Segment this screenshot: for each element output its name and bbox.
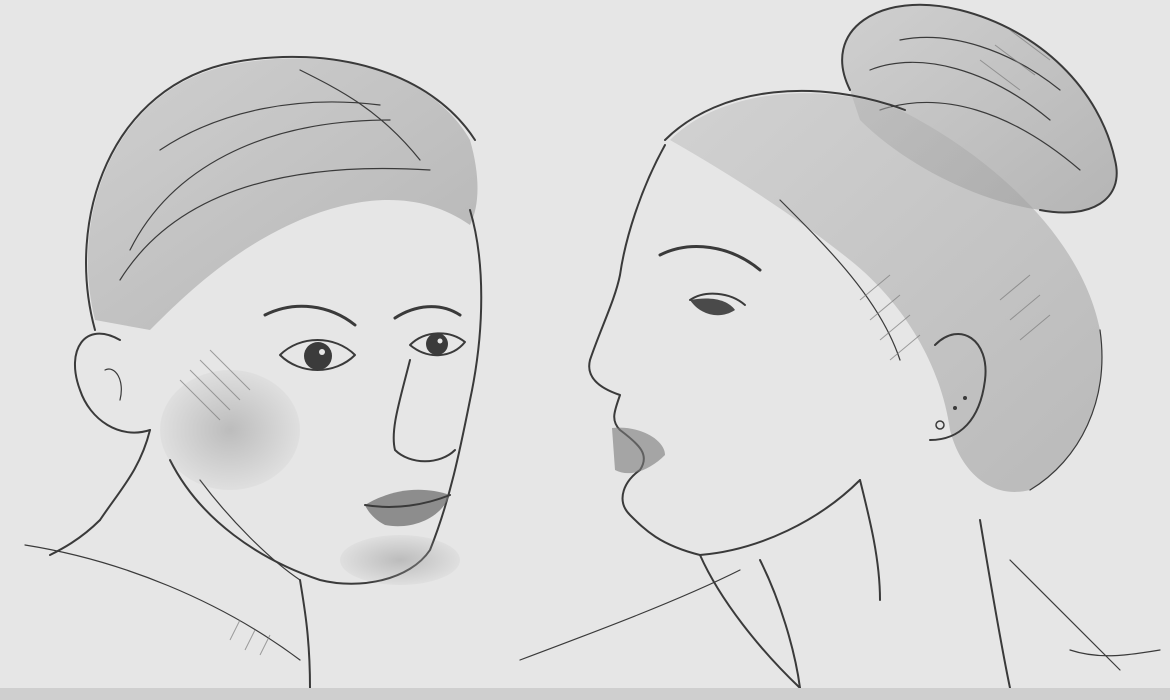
profile-eye [690, 298, 735, 316]
left-eye-iris [304, 342, 332, 370]
left-lips [365, 489, 450, 527]
right-portrait [519, 3, 1161, 688]
right-eye-iris [426, 333, 448, 355]
portrait-sketches [24, 3, 1161, 688]
right-lips [612, 427, 665, 474]
sketch-canvas [0, 0, 1170, 700]
bottom-bar [0, 688, 1170, 700]
left-hair [87, 58, 478, 330]
left-portrait [24, 55, 483, 688]
